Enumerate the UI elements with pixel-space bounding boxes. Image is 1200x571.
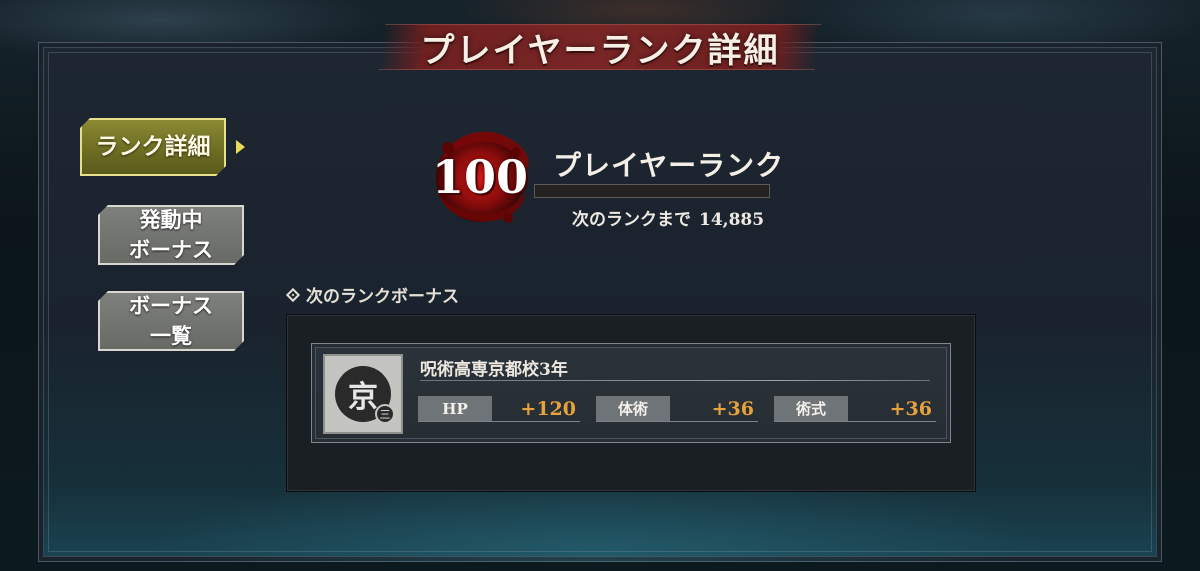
bonus-card: [311, 343, 951, 443]
label-line-2: ボーナス: [129, 237, 213, 262]
stat-jutsushiki: 術式 +36: [774, 396, 936, 422]
sidebar-item-active-bonus[interactable]: 発動中 ボーナス: [98, 205, 244, 265]
bonus-title: 呪術高専京都校3年: [420, 360, 568, 380]
stat-value: +36: [889, 397, 932, 420]
emblem-sub-mark: 三: [375, 404, 395, 424]
next-rank-value: 14,885: [699, 210, 765, 230]
rank-value: 100: [431, 150, 529, 204]
stat-taijutsu: 体術 +36: [596, 396, 758, 422]
section-title: 次のランクボーナス: [306, 287, 459, 307]
label-line-2: 一覧: [150, 323, 192, 348]
label-line-1: 発動中: [139, 207, 203, 232]
next-rank-label: 次のランクまで: [572, 210, 691, 230]
divider: [420, 380, 930, 381]
sidebar-item-rank-detail[interactable]: ランク詳細: [80, 118, 226, 176]
kyoto-school-emblem-icon: 京 三: [323, 354, 403, 434]
next-rank-text: 次のランクまで 14,885: [572, 205, 764, 230]
page-title: プレイヤーランク詳細: [420, 30, 780, 71]
stat-label: 体術: [596, 396, 670, 421]
stat-label: HP: [418, 396, 492, 421]
stat-label: 術式: [774, 396, 848, 421]
sidebar-item-label: ボーナス 一覧: [129, 291, 213, 351]
rank-progress-bar: [534, 184, 770, 198]
sidebar-item-bonus-list[interactable]: ボーナス 一覧: [98, 291, 244, 351]
sidebar-item-label: ランク詳細: [95, 133, 211, 160]
active-arrow-icon: [236, 140, 245, 154]
rank-label: プレイヤーランク: [553, 149, 785, 182]
sidebar-item-label: 発動中 ボーナス: [129, 205, 213, 265]
label-line-1: ボーナス: [129, 293, 213, 318]
diamond-icon: [285, 287, 301, 302]
stat-value: +36: [711, 397, 754, 420]
stat-value: +120: [520, 397, 576, 420]
stat-hp: HP +120: [418, 396, 580, 422]
section-header: 次のランクボーナス: [285, 282, 459, 307]
